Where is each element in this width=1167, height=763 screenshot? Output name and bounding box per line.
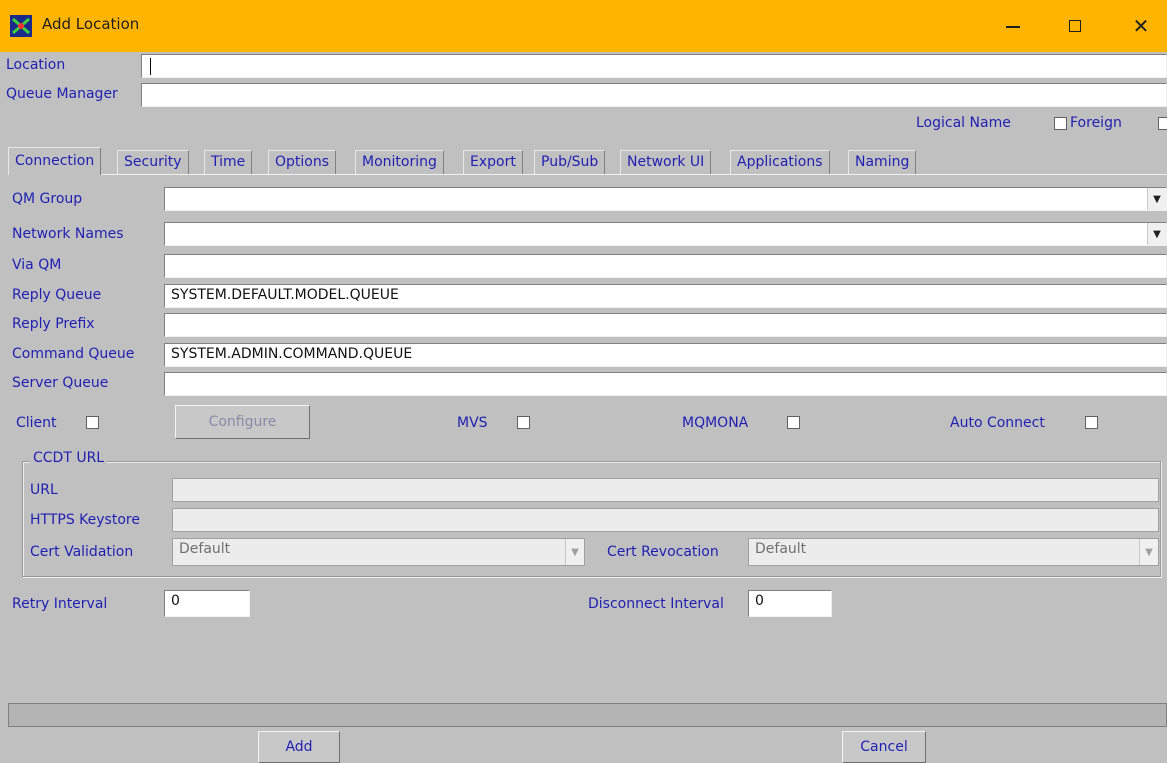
tab-network-ui[interactable]: Network UI bbox=[620, 150, 712, 174]
retry-interval-input[interactable]: 0 bbox=[164, 590, 250, 617]
chevron-down-icon[interactable]: ▼ bbox=[1139, 539, 1158, 565]
via-qm-label: Via QM bbox=[12, 257, 62, 273]
chevron-down-icon[interactable]: ▼ bbox=[1147, 188, 1166, 210]
disconnect-interval-label: Disconnect Interval bbox=[588, 596, 724, 612]
tab-panel-border bbox=[8, 174, 1167, 175]
mqmona-checkbox[interactable] bbox=[787, 416, 800, 429]
client-label: Client bbox=[16, 415, 57, 431]
close-button[interactable]: ✕ bbox=[1118, 0, 1164, 52]
text-cursor bbox=[150, 58, 151, 75]
client-checkbox[interactable] bbox=[86, 416, 99, 429]
button-bar bbox=[0, 728, 1167, 763]
tab-monitoring[interactable]: Monitoring bbox=[355, 150, 444, 174]
minimize-icon bbox=[1006, 26, 1020, 28]
location-input[interactable] bbox=[141, 54, 1167, 78]
close-icon: ✕ bbox=[1132, 14, 1150, 38]
status-bar bbox=[8, 703, 1167, 727]
app-icon bbox=[10, 15, 32, 37]
tab-applications[interactable]: Applications bbox=[730, 150, 830, 174]
tab-pubsub[interactable]: Pub/Sub bbox=[534, 150, 606, 174]
mqmona-label: MQMONA bbox=[682, 415, 749, 431]
title-bar: Add Location ✕ bbox=[0, 0, 1167, 52]
reply-prefix-input[interactable] bbox=[164, 313, 1167, 337]
cert-validation-select[interactable]: Default ▼ bbox=[172, 538, 585, 566]
foreign-label: Foreign bbox=[1070, 115, 1122, 131]
mvs-label: MVS bbox=[457, 415, 488, 431]
location-label: Location bbox=[6, 57, 66, 73]
add-button[interactable]: Add bbox=[258, 731, 340, 763]
network-names-select[interactable]: ▼ bbox=[164, 222, 1167, 246]
qm-group-select[interactable]: ▼ bbox=[164, 187, 1167, 211]
reply-queue-label: Reply Queue bbox=[12, 287, 102, 303]
queue-manager-input[interactable] bbox=[141, 83, 1167, 107]
url-label: URL bbox=[30, 482, 58, 498]
tab-time[interactable]: Time bbox=[204, 150, 253, 174]
qm-group-label: QM Group bbox=[12, 191, 83, 207]
extra-checkbox[interactable] bbox=[1158, 117, 1167, 130]
window-title: Add Location bbox=[42, 15, 140, 33]
network-names-label: Network Names bbox=[12, 226, 124, 242]
ccdt-group-title: CCDT URL bbox=[30, 450, 108, 466]
cert-validation-label: Cert Validation bbox=[30, 544, 134, 560]
foreign-checkbox[interactable] bbox=[1054, 117, 1067, 130]
tab-export[interactable]: Export bbox=[463, 150, 523, 174]
tab-security[interactable]: Security bbox=[117, 150, 189, 174]
server-queue-input[interactable] bbox=[164, 372, 1167, 396]
tab-connection[interactable]: Connection bbox=[8, 147, 102, 175]
auto-connect-label: Auto Connect bbox=[950, 415, 1045, 431]
cancel-button[interactable]: Cancel bbox=[842, 731, 926, 763]
via-qm-input[interactable] bbox=[164, 254, 1167, 278]
auto-connect-checkbox[interactable] bbox=[1085, 416, 1098, 429]
minimize-button[interactable] bbox=[990, 0, 1036, 52]
chevron-down-icon[interactable]: ▼ bbox=[1147, 223, 1166, 245]
url-input[interactable] bbox=[172, 478, 1159, 502]
https-keystore-label: HTTPS Keystore bbox=[30, 512, 140, 528]
reply-prefix-label: Reply Prefix bbox=[12, 316, 95, 332]
queue-manager-label: Queue Manager bbox=[6, 86, 118, 102]
tab-naming[interactable]: Naming bbox=[848, 150, 917, 174]
retry-interval-label: Retry Interval bbox=[12, 596, 108, 612]
mvs-checkbox[interactable] bbox=[517, 416, 530, 429]
server-queue-label: Server Queue bbox=[12, 375, 109, 391]
maximize-button[interactable] bbox=[1052, 0, 1098, 52]
tab-options[interactable]: Options bbox=[268, 150, 337, 174]
logical-name-label: Logical Name bbox=[916, 115, 1011, 131]
command-queue-input[interactable]: SYSTEM.ADMIN.COMMAND.QUEUE bbox=[164, 343, 1167, 367]
disconnect-interval-input[interactable]: 0 bbox=[748, 590, 832, 617]
https-keystore-input[interactable] bbox=[172, 508, 1159, 532]
maximize-icon bbox=[1069, 20, 1081, 32]
command-queue-label: Command Queue bbox=[12, 346, 135, 362]
cert-revocation-label: Cert Revocation bbox=[607, 544, 719, 560]
cert-revocation-select[interactable]: Default ▼ bbox=[748, 538, 1159, 566]
reply-queue-input[interactable]: SYSTEM.DEFAULT.MODEL.QUEUE bbox=[164, 284, 1167, 308]
configure-button[interactable]: Configure bbox=[175, 405, 310, 439]
chevron-down-icon[interactable]: ▼ bbox=[565, 539, 584, 565]
